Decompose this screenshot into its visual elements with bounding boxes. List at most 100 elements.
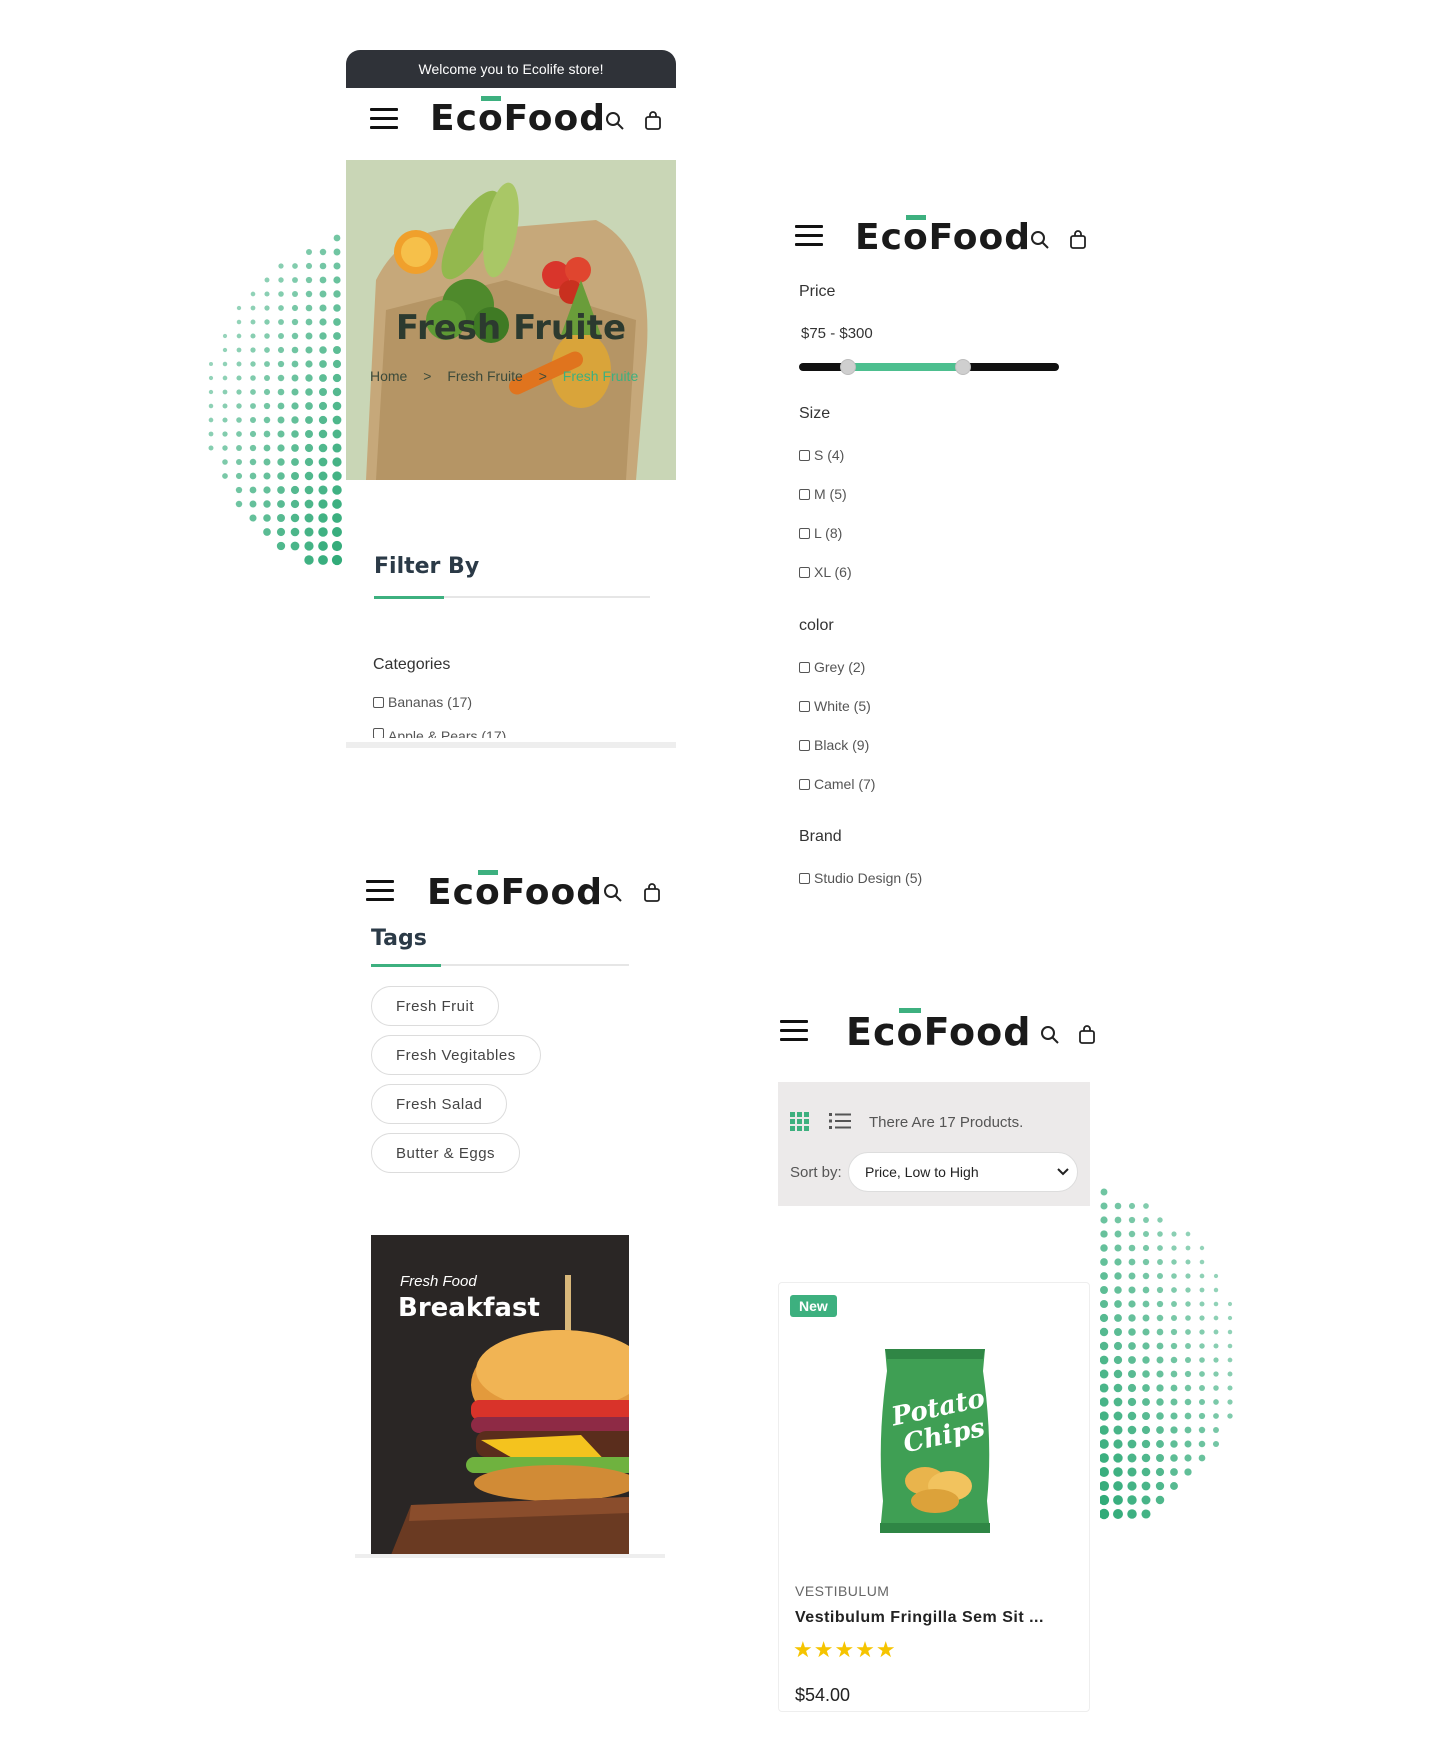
decor-dot [236,403,242,409]
decor-dot [1100,1244,1108,1252]
site-logo[interactable]: EcoFood [846,1008,1031,1054]
decor-dot [291,346,299,354]
decor-dot [1098,1508,1110,1520]
tags-underline [371,964,629,967]
decor-dot [208,389,214,395]
product-card[interactable]: New Potato Chips VESTIBULUM Vestibulum F… [778,1282,1090,1712]
breakfast-promo-banner[interactable]: Fresh Food Breakfast [371,1235,629,1555]
bag-icon[interactable] [641,882,663,904]
decor-dot [1114,1314,1122,1322]
price-slider-max-handle[interactable] [954,359,971,375]
tag-fresh-fruit[interactable]: Fresh Fruit [371,986,500,1026]
decor-dot [1199,1315,1205,1321]
bag-icon[interactable] [1067,229,1089,251]
checkbox-box[interactable] [799,566,810,578]
sort-select[interactable]: Price, Low to High [848,1152,1078,1192]
hamburger-icon[interactable] [366,880,394,902]
breadcrumb-home[interactable]: Home [370,368,407,384]
checkbox-box[interactable] [373,696,384,708]
size-checkbox[interactable]: M (5) [799,486,847,502]
decor-dot [1113,1439,1123,1449]
site-header: EcoFood [781,205,1097,271]
decor-dot [1099,1327,1109,1337]
decor-dot [318,429,328,439]
site-header: EcoFood [346,88,676,154]
decor-dot [1098,1480,1110,1492]
checkbox-box[interactable] [799,872,810,884]
checkbox-box[interactable] [799,449,810,461]
decor-dot [318,401,328,411]
breadcrumb-parent[interactable]: Fresh Fruite [447,368,522,384]
tag-fresh-vegitables[interactable]: Fresh Vegitables [371,1035,541,1075]
decor-dot [305,332,313,340]
price-slider-min-handle[interactable] [840,359,857,375]
search-icon[interactable] [1029,229,1051,251]
site-logo[interactable]: EcoFood [430,96,606,139]
brand-checkbox[interactable]: Studio Design (5) [799,870,922,886]
checkbox-box[interactable] [373,728,384,738]
search-icon[interactable] [602,882,624,904]
decor-dot [222,333,228,339]
site-logo[interactable]: EcoFood [855,215,1031,258]
site-logo[interactable]: EcoFood [427,870,603,913]
decor-dot [263,388,271,396]
price-slider[interactable] [799,359,1059,375]
decor-dot [305,402,313,410]
decor-dot [1213,1371,1219,1377]
color-checkbox[interactable]: White (5) [799,698,871,714]
category-checkbox[interactable]: Apple & Pears (17) [373,728,506,738]
size-checkbox[interactable]: XL (6) [799,564,852,580]
checkbox-box[interactable] [799,527,810,539]
decor-dot [1141,1425,1151,1435]
checkbox-box[interactable] [799,700,810,712]
decor-dot [1141,1411,1151,1421]
decor-dot [1184,1370,1192,1378]
color-checkbox[interactable]: Camel (7) [799,776,875,792]
decor-dot [1156,1356,1164,1364]
decor-dot [1157,1217,1163,1223]
hamburger-icon[interactable] [370,108,398,130]
product-name[interactable]: Vestibulum Fringilla Sem Sit ... [795,1609,1044,1627]
scrollbar[interactable] [346,742,676,748]
site-header: EcoFood [774,1000,1100,1066]
list-view-icon[interactable] [829,1112,851,1130]
tag-butter-eggs[interactable]: Butter & Eggs [371,1133,521,1173]
decor-dot [1227,1399,1233,1405]
mobile-screen-products: EcoFood There Are 17 Products. Sort by: … [774,1000,1100,1712]
decor-dot [1100,1188,1108,1196]
checkbox-box[interactable] [799,778,810,790]
decor-dot [1142,1314,1150,1322]
hamburger-icon[interactable] [795,225,823,247]
decor-dot [1128,1328,1136,1336]
size-checkbox[interactable]: S (4) [799,447,844,463]
search-icon[interactable] [1039,1024,1061,1046]
decor-dot [305,276,313,284]
color-checkbox[interactable]: Black (9) [799,737,869,753]
search-icon[interactable] [604,110,626,132]
tag-fresh-salad[interactable]: Fresh Salad [371,1084,508,1124]
decor-dot [1128,1272,1136,1280]
scrollbar[interactable] [355,1554,665,1558]
decor-dot [319,388,327,396]
decor-dot [264,333,270,339]
bag-icon[interactable] [642,110,664,132]
bag-icon[interactable] [1076,1024,1098,1046]
category-checkbox[interactable]: Bananas (17) [373,694,472,710]
decor-dot [1155,1453,1165,1463]
color-checkbox[interactable]: Grey (2) [799,659,865,675]
decor-dot [1199,1329,1205,1335]
checkbox-box[interactable] [799,739,810,751]
checkbox-box[interactable] [799,488,810,500]
decor-dot [291,430,299,438]
hamburger-icon[interactable] [780,1020,808,1042]
mobile-screen-tags: EcoFood Tags Fresh Fruit Fresh Vegitable… [355,868,665,1558]
decor-dot [264,291,270,297]
size-checkbox[interactable]: L (8) [799,525,842,541]
decor-dot [263,486,271,494]
grid-view-icon[interactable] [790,1112,810,1132]
checkbox-box[interactable] [799,661,810,673]
decor-dot [1142,1398,1150,1406]
decor-dot [277,402,285,410]
decor-dot [1227,1301,1233,1307]
decor-dot [1128,1314,1136,1322]
